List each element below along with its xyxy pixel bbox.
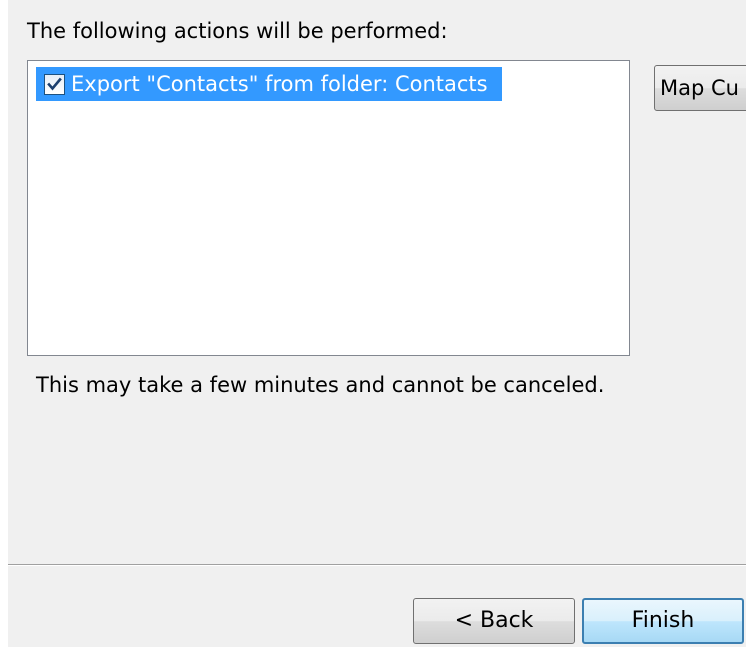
action-checkbox[interactable] xyxy=(44,73,65,95)
map-custom-fields-button[interactable]: Map Cu xyxy=(654,65,746,111)
list-item-label: Export "Contacts" from folder: Contacts xyxy=(71,67,502,101)
actions-list[interactable]: Export "Contacts" from folder: Contacts xyxy=(27,60,630,356)
warning-note: This may take a few minutes and cannot b… xyxy=(36,373,605,397)
back-button[interactable]: < Back xyxy=(413,598,575,644)
list-item-export-contacts[interactable]: Export "Contacts" from folder: Contacts xyxy=(36,67,502,101)
checkbox-highlight xyxy=(36,67,71,101)
checkmark-icon xyxy=(47,77,62,91)
export-wizard-dialog: The following actions will be performed:… xyxy=(8,0,746,647)
finish-button[interactable]: Finish xyxy=(582,598,744,644)
actions-heading: The following actions will be performed: xyxy=(27,19,448,43)
footer-separator xyxy=(8,564,746,566)
